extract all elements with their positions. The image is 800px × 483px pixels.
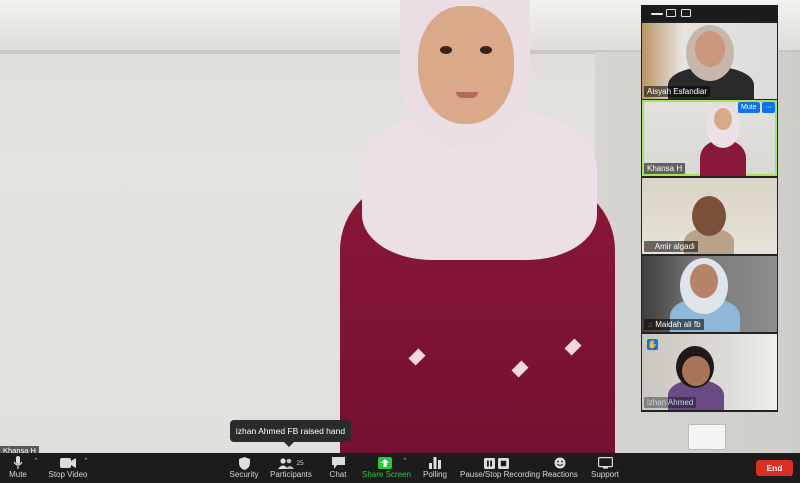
- participant-face: [714, 108, 732, 130]
- minimize-icon[interactable]: [651, 13, 663, 15]
- dress-sparkle: [564, 338, 582, 356]
- meeting-toolbar: Mute ⌃ Stop Video ⌃ Security 25 Particip…: [0, 453, 800, 483]
- mute-options-chevron-icon[interactable]: ⌃: [33, 457, 39, 465]
- chat-button[interactable]: Chat: [324, 453, 352, 483]
- strip-view-icon[interactable]: [681, 9, 691, 17]
- participant-face: [692, 196, 726, 236]
- speaker-face: [418, 6, 514, 124]
- mouth: [456, 92, 478, 98]
- strip-controls: [641, 5, 778, 21]
- raised-hand-notification: izhan Ahmed FB raised hand: [230, 420, 351, 447]
- stop-video-button[interactable]: Stop Video: [48, 453, 88, 483]
- emoji-icon: [542, 456, 578, 470]
- single-view-icon[interactable]: [666, 9, 676, 17]
- dress-sparkle: [511, 360, 529, 378]
- share-options-chevron-icon[interactable]: ⌃: [402, 457, 408, 465]
- video-options-chevron-icon[interactable]: ⌃: [83, 457, 89, 465]
- reactions-button[interactable]: Reactions: [542, 453, 578, 483]
- support-button[interactable]: Support: [588, 453, 622, 483]
- eye: [480, 46, 492, 54]
- shield-icon: [226, 456, 262, 470]
- participant-name: izhan Ahmed: [644, 397, 697, 408]
- participant-name-text: Maidah ali fb: [655, 320, 701, 329]
- mic-muted-icon: ♫: [647, 320, 653, 329]
- video-camera-icon: [48, 456, 88, 470]
- participants-count: 25: [296, 459, 304, 467]
- microphone-icon: [4, 456, 32, 470]
- participants-icon: 25: [270, 456, 312, 470]
- mute-participant-button[interactable]: Mute: [738, 102, 760, 113]
- mute-button[interactable]: Mute: [4, 453, 32, 483]
- participants-label: Participants: [270, 470, 312, 479]
- participant-name: ♫ Amir algadi: [644, 241, 698, 252]
- participant-tile[interactable]: ♫ Maidah ali fb: [642, 256, 777, 332]
- participant-tile[interactable]: Aisyah Esfandiar: [642, 23, 777, 99]
- polling-button[interactable]: Polling: [420, 453, 450, 483]
- security-label: Security: [229, 470, 259, 479]
- participant-tile[interactable]: ♫ Amir algadi: [642, 178, 777, 254]
- participant-strip[interactable]: Aisyah Esfandiar Mute ··· Khansa H ♫ Ami…: [641, 5, 778, 412]
- recording-button[interactable]: Pause/Stop Recording: [460, 453, 541, 483]
- mic-muted-icon: ♫: [647, 242, 653, 251]
- participant-face: [690, 264, 718, 298]
- participant-tile-active[interactable]: Mute ··· Khansa H: [642, 100, 777, 176]
- reactions-label: Reactions: [542, 470, 578, 479]
- support-label: Support: [590, 470, 620, 479]
- participant-face: [682, 356, 710, 386]
- recording-label: Pause/Stop Recording: [460, 470, 541, 479]
- mute-label: Mute: [9, 470, 27, 479]
- security-button[interactable]: Security: [226, 453, 262, 483]
- dress-sparkle: [408, 348, 426, 366]
- wall-outlet: [688, 424, 726, 450]
- remote-support-icon: [588, 456, 622, 470]
- pause-stop-icon: [460, 456, 534, 470]
- participant-name: Aisyah Esfandiar: [644, 86, 711, 97]
- polling-label: Polling: [422, 470, 447, 479]
- chat-bubble-icon: [324, 456, 352, 470]
- chat-label: Chat: [329, 470, 347, 479]
- raised-hand-icon: ✋: [647, 339, 658, 350]
- bar-chart-icon: [420, 456, 450, 470]
- more-options-button[interactable]: ···: [762, 102, 775, 113]
- participant-face: [695, 31, 725, 67]
- stop-video-label: Stop Video: [48, 470, 88, 479]
- eye: [440, 46, 452, 54]
- participant-tile[interactable]: ✋ izhan Ahmed: [642, 334, 777, 410]
- participants-button[interactable]: 25 Participants: [270, 453, 312, 483]
- end-meeting-button[interactable]: End: [756, 460, 793, 476]
- participant-name-text: Amir algadi: [654, 242, 695, 251]
- share-screen-label: Share Screen: [362, 470, 411, 479]
- participant-name: ♫ Maidah ali fb: [644, 319, 704, 330]
- participant-name: Khansa H: [644, 163, 686, 174]
